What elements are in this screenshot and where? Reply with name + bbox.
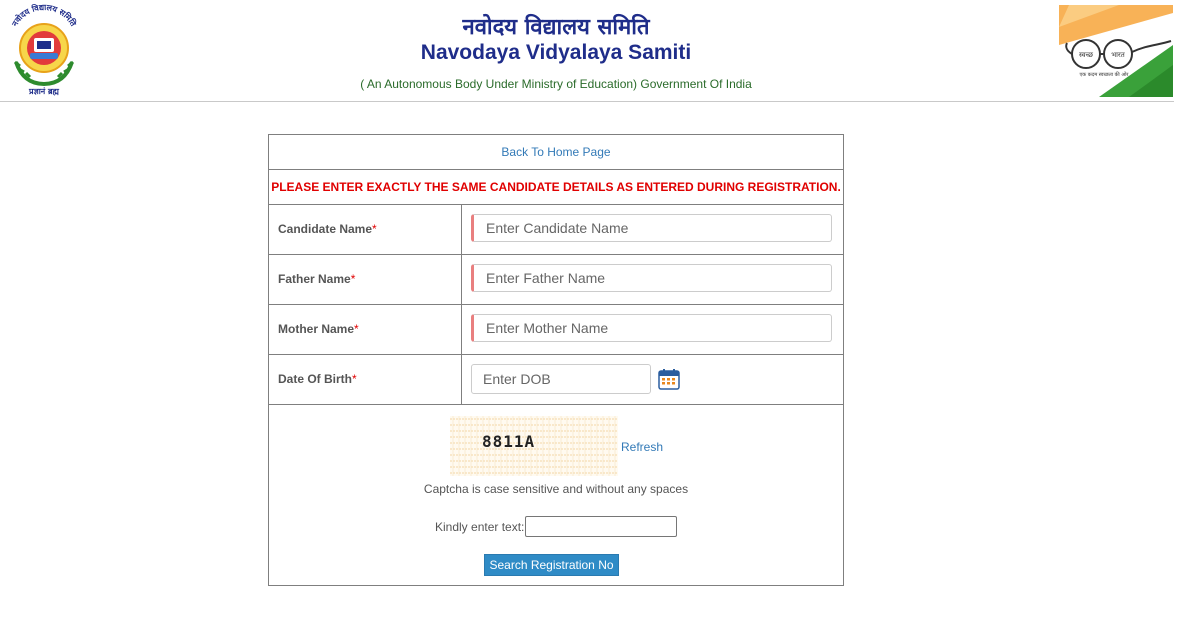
logo-word-left: स्वच्छ xyxy=(1079,51,1094,59)
back-to-home-link[interactable]: Back To Home Page xyxy=(501,145,610,159)
logo-word-right: भारत xyxy=(1111,51,1126,59)
nvs-emblem-logo: नवोदय विद्यालय समिति प्रज्ञानं ब्रह्म xyxy=(10,4,79,96)
dob-input[interactable] xyxy=(471,364,651,394)
mother-name-label: Mother Name* xyxy=(278,322,359,336)
captcha-prompt: Kindly enter text: xyxy=(435,520,525,534)
swachh-bharat-logo: स्वच्छ भारत एक कदम स्वच्छता की ओर xyxy=(1059,5,1173,97)
logo-motto: प्रज्ञानं ब्रह्म xyxy=(28,87,60,96)
search-registration-form: Back To Home Page PLEASE ENTER EXACTLY T… xyxy=(268,134,844,586)
candidate-name-input[interactable] xyxy=(471,214,832,242)
dob-row: Date Of Birth* xyxy=(269,355,843,405)
header-subtitle: ( An Autonomous Body Under Ministry of E… xyxy=(360,77,752,91)
father-name-row: Father Name* xyxy=(269,255,843,305)
title-hindi: नवोदय विद्यालय समिति xyxy=(462,15,650,40)
father-name-label: Father Name* xyxy=(278,272,356,286)
candidate-name-row: Candidate Name* xyxy=(269,205,843,255)
father-name-input[interactable] xyxy=(471,264,832,292)
logo-tagline: एक कदम स्वच्छता की ओर xyxy=(1080,71,1130,78)
warning-message: PLEASE ENTER EXACTLY THE SAME CANDIDATE … xyxy=(269,170,843,205)
dob-label: Date Of Birth* xyxy=(278,372,357,386)
candidate-name-label: Candidate Name* xyxy=(278,222,377,236)
title-english: Navodaya Vidyalaya Samiti xyxy=(420,41,692,64)
captcha-input[interactable] xyxy=(525,516,677,537)
search-registration-button[interactable]: Search Registration No xyxy=(484,554,619,576)
captcha-refresh-link[interactable]: Refresh xyxy=(621,440,663,454)
header-titles: नवोदय विद्यालय समिति Navodaya Vidyalaya … xyxy=(330,14,782,91)
site-header: नवोदय विद्यालय समिति प्रज्ञानं ब्रह्म नव… xyxy=(0,0,1174,102)
captcha-note: Captcha is case sensitive and without an… xyxy=(423,482,689,496)
captcha-image: 8811A xyxy=(450,416,618,476)
captcha-code: 8811A xyxy=(482,432,535,451)
back-link-row: Back To Home Page xyxy=(269,135,843,170)
mother-name-input[interactable] xyxy=(471,314,832,342)
calendar-icon[interactable] xyxy=(658,368,680,390)
mother-name-row: Mother Name* xyxy=(269,305,843,355)
